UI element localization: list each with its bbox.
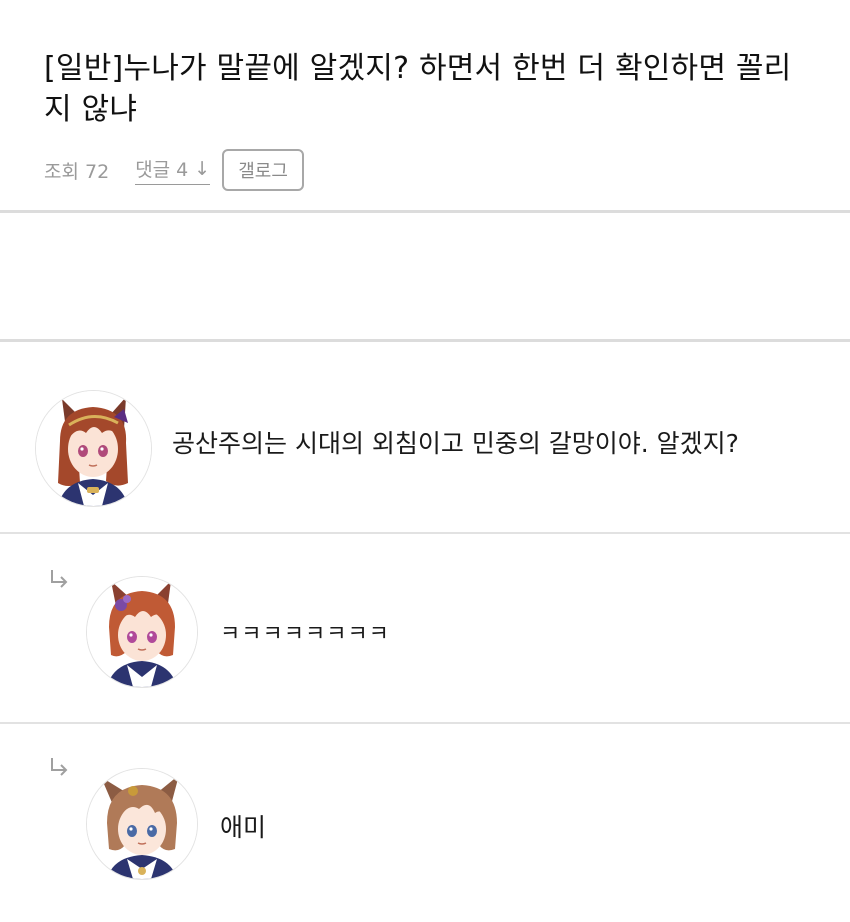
arrow-down-icon: ↓ bbox=[194, 157, 211, 180]
avatar[interactable] bbox=[35, 390, 152, 507]
reply-arrow-icon bbox=[51, 570, 68, 588]
avatar[interactable] bbox=[86, 768, 198, 880]
comment-item: ㅋㅋㅋㅋㅋㅋㅋㅋ bbox=[0, 534, 850, 722]
comment-text: 공산주의는 시대의 외침이고 민중의 갈망이야. 알겠지? bbox=[172, 429, 739, 458]
reply-arrow-icon bbox=[51, 758, 68, 776]
avatar-red-hair-horse-girl-icon bbox=[36, 391, 151, 506]
post-meta: 조회 72 댓글 4 ↓ 갤로그 bbox=[44, 149, 304, 191]
comment-item: 공산주의는 시대의 외침이고 민중의 갈망이야. 알겠지? bbox=[0, 342, 850, 532]
comment-count-link[interactable]: 댓글 4 ↓ bbox=[135, 155, 211, 185]
post-body bbox=[0, 213, 850, 339]
comment-count-label: 댓글 4 bbox=[135, 159, 189, 181]
comment-item: 애미 bbox=[0, 724, 850, 922]
comment-text: ㅋㅋㅋㅋㅋㅋㅋㅋ bbox=[220, 622, 390, 647]
view-count: 조회 72 bbox=[44, 160, 110, 183]
avatar-short-orange-hair-horse-girl-icon bbox=[87, 577, 197, 687]
avatar-light-brown-hair-horse-girl-icon bbox=[87, 769, 197, 879]
avatar[interactable] bbox=[86, 576, 198, 688]
comment-text: 애미 bbox=[220, 813, 267, 842]
post-header: [일반]누나가 말끝에 알겠지? 하면서 한번 더 확인하면 꼴리지 않냐 조회… bbox=[0, 0, 850, 210]
post-title: [일반]누나가 말끝에 알겠지? 하면서 한번 더 확인하면 꼴리지 않냐 bbox=[44, 51, 792, 127]
gallog-button[interactable]: 갤로그 bbox=[222, 149, 304, 191]
